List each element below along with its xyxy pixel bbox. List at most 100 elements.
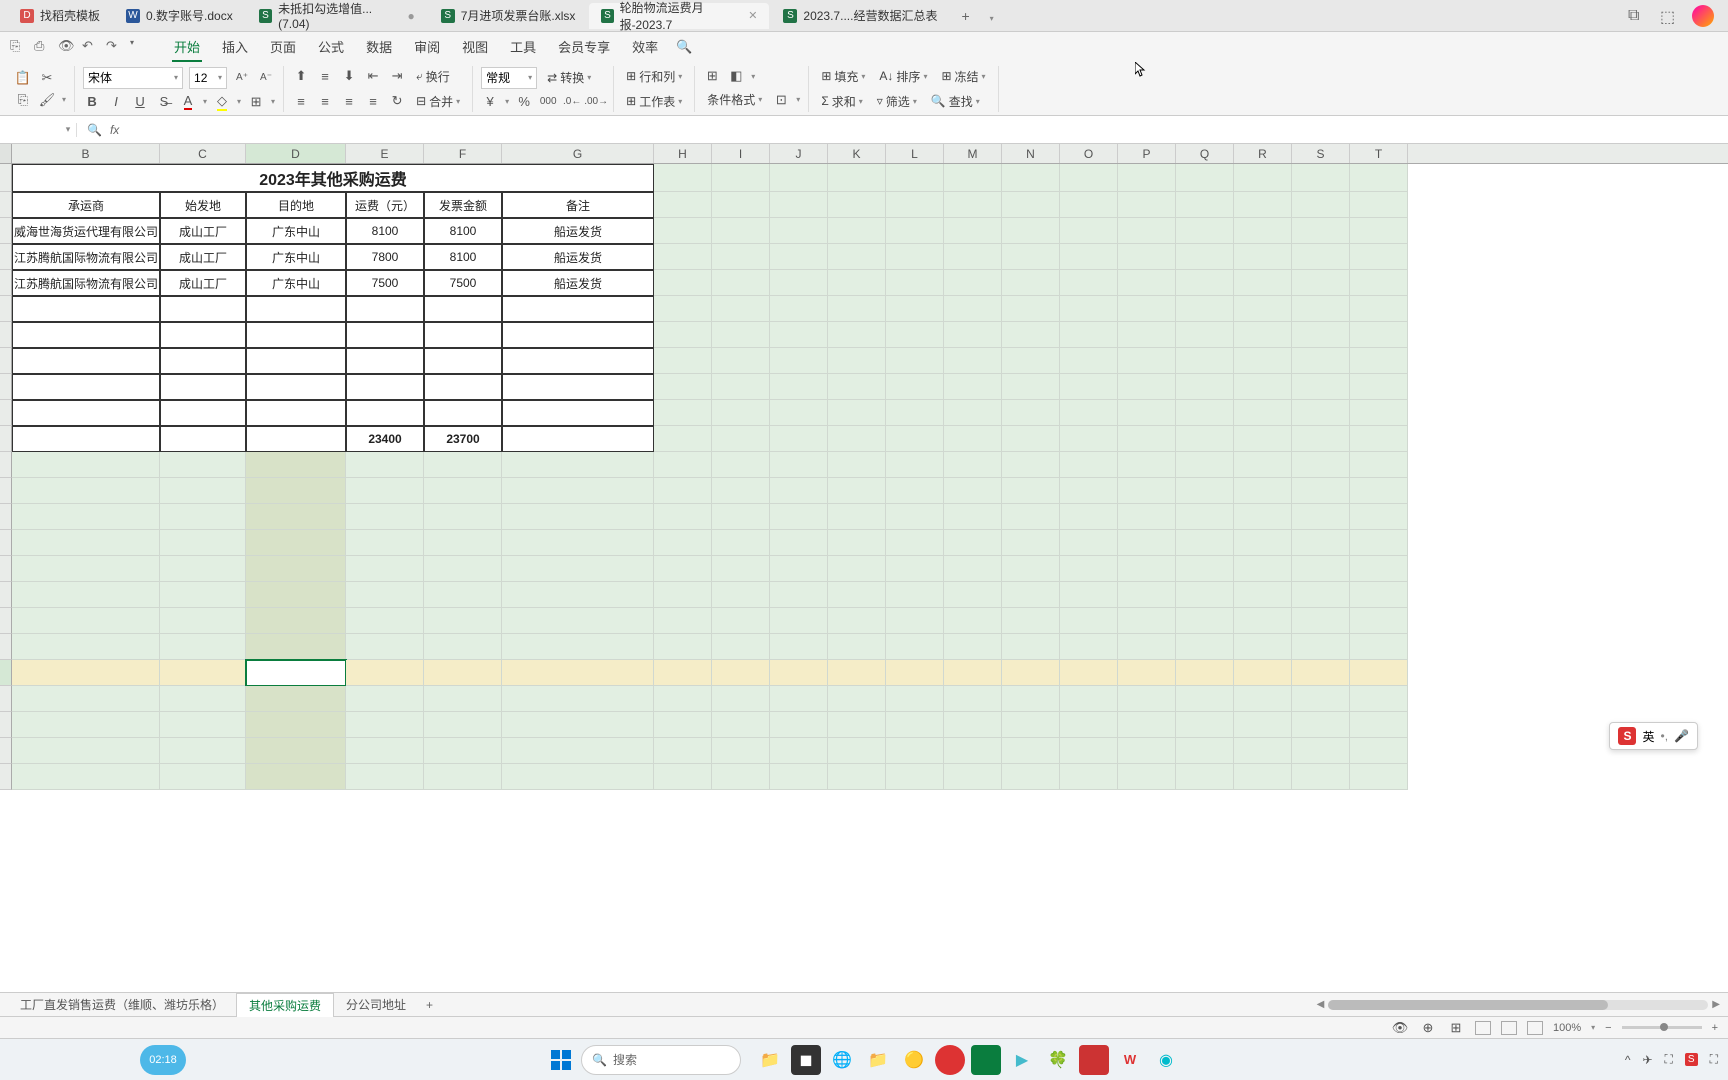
tray-send-icon[interactable]: ✈ <box>1642 1053 1652 1067</box>
cell[interactable] <box>502 764 654 790</box>
cell[interactable] <box>246 608 346 634</box>
table-icon[interactable]: ⊞ <box>703 67 721 85</box>
cell[interactable]: 7800 <box>346 244 424 270</box>
col-header[interactable]: K <box>828 144 886 163</box>
cell[interactable] <box>944 556 1002 582</box>
cell[interactable] <box>944 738 1002 764</box>
view-page-icon[interactable] <box>1501 1021 1517 1035</box>
cell[interactable] <box>1350 608 1408 634</box>
cell[interactable] <box>1060 660 1118 686</box>
cell[interactable] <box>1350 764 1408 790</box>
condfmt-button[interactable]: 条件格式▾ <box>703 89 766 110</box>
cell[interactable] <box>1350 530 1408 556</box>
fx-label[interactable]: fx <box>110 123 119 137</box>
cell[interactable] <box>1118 530 1176 556</box>
cell[interactable] <box>424 608 502 634</box>
cell[interactable] <box>1118 764 1176 790</box>
cell[interactable] <box>1234 608 1292 634</box>
cell[interactable] <box>712 660 770 686</box>
col-header[interactable]: P <box>1118 144 1176 163</box>
total-cell[interactable]: 23700 <box>424 426 502 452</box>
cell[interactable] <box>1234 712 1292 738</box>
cell[interactable] <box>712 452 770 478</box>
cut-icon[interactable]: ✂ <box>38 69 56 87</box>
cell[interactable] <box>246 686 346 712</box>
tray-icon[interactable]: ⛶ <box>1665 1052 1673 1067</box>
cell[interactable] <box>1002 582 1060 608</box>
cell[interactable] <box>1350 712 1408 738</box>
font-size-select[interactable]: 12▾ <box>189 67 227 89</box>
col-header[interactable]: J <box>770 144 828 163</box>
system-tray[interactable]: ^ ✈ ⛶ S ⛶ <box>1625 1052 1718 1067</box>
cell[interactable] <box>346 738 424 764</box>
cell[interactable] <box>828 608 886 634</box>
col-header[interactable]: I <box>712 144 770 163</box>
cell[interactable] <box>1176 608 1234 634</box>
taskbar-search[interactable]: 🔍搜索 <box>581 1045 741 1075</box>
cell[interactable] <box>1176 686 1234 712</box>
col-header[interactable]: B <box>12 144 160 163</box>
cell[interactable] <box>12 634 160 660</box>
cell[interactable] <box>770 504 828 530</box>
cell[interactable] <box>246 478 346 504</box>
rowcol-button[interactable]: ⊞行和列▾ <box>622 66 686 87</box>
cell[interactable] <box>1350 686 1408 712</box>
zoom-in-icon[interactable]: + <box>1712 1022 1718 1034</box>
name-box[interactable] <box>0 119 60 141</box>
doc-tab[interactable]: W0.数字账号.docx <box>114 3 245 29</box>
percent-icon[interactable]: % <box>515 93 533 111</box>
cell[interactable] <box>1176 660 1234 686</box>
cell[interactable] <box>160 764 246 790</box>
filter-button[interactable]: ▿筛选▾ <box>873 91 921 112</box>
cell[interactable] <box>1060 530 1118 556</box>
cell[interactable] <box>654 738 712 764</box>
sheet-button[interactable]: ⊞工作表▾ <box>622 91 686 112</box>
table-header[interactable]: 运费（元） <box>346 192 424 218</box>
sheet-tab[interactable]: 工厂直发销售运费（维顺、潍坊乐格） <box>8 993 236 1016</box>
menu-review[interactable]: 审阅 <box>412 33 442 62</box>
taskbar-app[interactable] <box>971 1045 1001 1075</box>
cell[interactable] <box>160 452 246 478</box>
cell[interactable] <box>424 530 502 556</box>
cell[interactable] <box>944 686 1002 712</box>
cell[interactable] <box>12 478 160 504</box>
cell[interactable] <box>770 582 828 608</box>
cell[interactable] <box>712 582 770 608</box>
table-header[interactable]: 发票金额 <box>424 192 502 218</box>
decrease-decimal-icon[interactable]: .0← <box>563 93 581 111</box>
taskbar-app-wps[interactable]: W <box>1115 1045 1145 1075</box>
cell[interactable] <box>1002 660 1060 686</box>
grid-body[interactable]: 2023年其他采购运费 承运商 始发地 目的地 运费（元） 发票金额 备注 威海… <box>0 164 1728 790</box>
cell[interactable]: 船运发货 <box>502 244 654 270</box>
horizontal-scrollbar[interactable] <box>1328 1000 1708 1010</box>
taskbar-app[interactable] <box>935 1045 965 1075</box>
cell[interactable] <box>770 764 828 790</box>
cell[interactable] <box>1234 686 1292 712</box>
crop-icon[interactable]: ⊡ <box>772 91 790 109</box>
cell[interactable] <box>1002 452 1060 478</box>
cell[interactable]: 成山工厂 <box>160 270 246 296</box>
col-header-selected[interactable]: D <box>246 144 346 163</box>
cell[interactable] <box>1060 504 1118 530</box>
table-header[interactable]: 备注 <box>502 192 654 218</box>
cell[interactable] <box>1234 634 1292 660</box>
cell[interactable] <box>654 634 712 660</box>
preview-icon[interactable]: 👁 <box>58 38 76 56</box>
freeze-button[interactable]: ⊞冻结▾ <box>937 66 989 87</box>
more-dropdown[interactable]: ▾ <box>130 38 148 56</box>
cell[interactable] <box>1234 582 1292 608</box>
border-button[interactable]: ⊞ <box>247 93 265 111</box>
cell[interactable]: 广东中山 <box>246 244 346 270</box>
grid-icon[interactable]: ⊞ <box>1447 1019 1465 1037</box>
cell[interactable] <box>12 530 160 556</box>
cell[interactable] <box>944 764 1002 790</box>
title-cell[interactable]: 2023年其他采购运费 <box>12 164 654 192</box>
cell[interactable] <box>160 556 246 582</box>
copy-icon[interactable]: ⎘ <box>14 91 32 109</box>
cell[interactable] <box>1002 530 1060 556</box>
paste-icon[interactable]: 📋 <box>14 69 32 87</box>
col-header[interactable]: E <box>346 144 424 163</box>
cell[interactable] <box>346 686 424 712</box>
select-all-corner[interactable] <box>0 144 12 163</box>
cell[interactable] <box>1234 452 1292 478</box>
